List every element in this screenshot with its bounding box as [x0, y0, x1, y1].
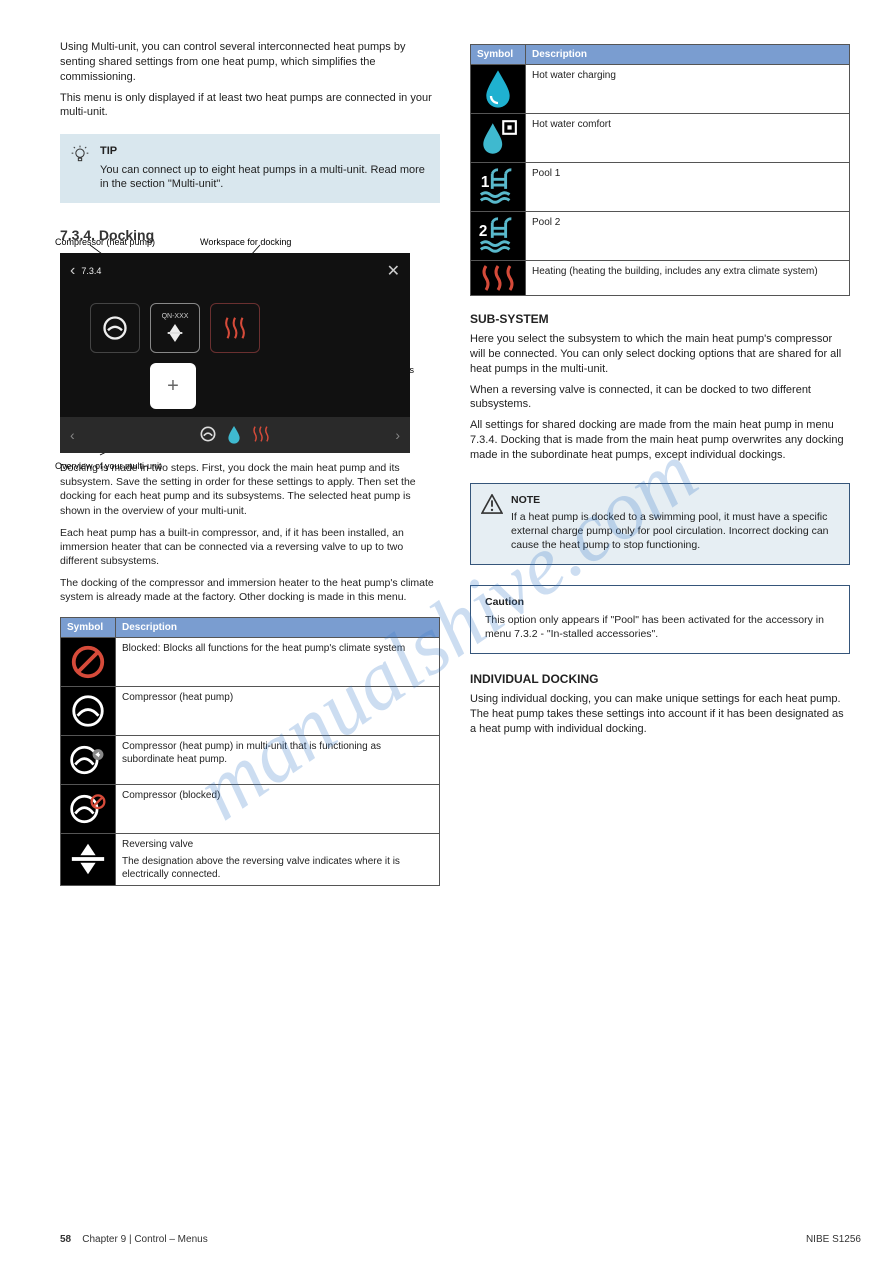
row-desc: Pool 1 — [526, 163, 850, 212]
table-row: Compressor (blocked) — [61, 784, 440, 833]
page-number: 58 — [60, 1234, 71, 1245]
row-desc: Compressor (heat pump) — [116, 686, 440, 735]
page-content: Using Multi-unit, you can control severa… — [0, 0, 893, 926]
row-desc: Hot water charging — [526, 65, 850, 114]
chapter-label: Chapter 9 | Control – Menus — [82, 1234, 207, 1245]
menu-number: 7.3.4 — [81, 266, 101, 276]
pool-2-icon: 2 — [471, 212, 525, 260]
left-column: Using Multi-unit, you can control severa… — [60, 40, 440, 896]
docking-p2: Each heat pump has a built-in compressor… — [60, 526, 440, 569]
page-footer: 58 Chapter 9 | Control – Menus NIBE S125… — [60, 1234, 861, 1245]
docking-p3: The docking of the compressor and immers… — [60, 576, 440, 604]
reversing-valve-tile[interactable]: QN-XXX — [150, 303, 200, 353]
table-row: Blocked: Blocks all functions for the he… — [61, 637, 440, 686]
subsys-p1: Here you select the subsystem to which t… — [470, 332, 850, 377]
tip-text: You can connect up to eight heat pumps i… — [100, 163, 428, 192]
hot-water-comfort-icon — [471, 114, 525, 162]
row-desc: Heating (heating the building, includes … — [526, 261, 850, 296]
close-icon[interactable]: ✕ — [387, 261, 400, 281]
tip-title: TIP — [100, 144, 428, 158]
table-row: Heating (heating the building, includes … — [471, 261, 850, 296]
overview-heat-icon — [250, 424, 272, 447]
subsystem-heading: SUB-SYSTEM — [470, 312, 850, 326]
row-desc: Hot water comfort — [526, 114, 850, 163]
row-desc: Compressor (blocked) — [116, 784, 440, 833]
compressor-tile[interactable] — [90, 303, 140, 353]
menu-screenshot: ‹ 7.3.4 ✕ QN-XXX — [60, 253, 410, 453]
docking-paragraphs: Docking is made in two steps. First, you… — [60, 461, 440, 613]
note-callout: NOTE If a heat pump is docked to a swimm… — [470, 483, 850, 566]
callout-compressor: Compressor (heat pump) — [55, 237, 155, 247]
compressor-icon — [61, 687, 115, 735]
table-header-row: Symbol Description — [61, 617, 440, 637]
svg-text:1: 1 — [481, 174, 490, 191]
table-row: Hot water comfort — [471, 114, 850, 163]
col-description: Description — [526, 45, 850, 65]
back-chevron-icon[interactable]: ‹ — [70, 262, 75, 280]
intro-paragraph-1: Using Multi-unit, you can control severa… — [60, 40, 440, 85]
add-tile[interactable]: + — [150, 363, 196, 409]
reversing-valve-icon — [61, 835, 115, 883]
callout-workspace: Workspace for docking — [200, 237, 291, 247]
col-symbol: Symbol — [61, 617, 116, 637]
table-row: 1 Pool 1 — [471, 163, 850, 212]
table-row: 2 Pool 2 — [471, 212, 850, 261]
intro-paragraph-2: This menu is only displayed if at least … — [60, 91, 440, 121]
table-row: Compressor (heat pump) — [61, 686, 440, 735]
table-row: Reversing valve The designation above th… — [61, 833, 440, 885]
blocked-icon — [61, 638, 115, 686]
screenshot-with-callouts: Workspace for docking Compressor (heat p… — [60, 247, 440, 461]
row-desc: Reversing valve The designation above th… — [116, 833, 440, 885]
subsys-p2: When a reversing valve is connected, it … — [470, 383, 850, 413]
overview-compressor-icon — [198, 424, 218, 447]
heating-tile[interactable] — [210, 303, 260, 353]
col-symbol: Symbol — [471, 45, 526, 65]
product-label: NIBE S1256 — [806, 1234, 861, 1245]
caution-callout: Caution This option only appears if "Poo… — [470, 585, 850, 654]
row-desc: Blocked: Blocks all functions for the he… — [116, 637, 440, 686]
col-description: Description — [116, 617, 440, 637]
svg-text:2: 2 — [479, 223, 488, 240]
prev-arrow-icon[interactable]: ‹ — [70, 427, 75, 443]
table-header-row: Symbol Description — [471, 45, 850, 65]
tip-callout: TIP You can connect up to eight heat pum… — [60, 134, 440, 203]
row-desc: Compressor (heat pump) in multi-unit tha… — [116, 735, 440, 784]
caution-title: Caution — [485, 596, 837, 610]
indiv-p: Using individual docking, you can make u… — [470, 692, 850, 737]
symbol-table-right: Symbol Description Hot water charging Ho… — [470, 44, 850, 296]
warning-triangle-icon — [481, 494, 503, 519]
note-title: NOTE — [511, 494, 837, 508]
heating-icon — [471, 261, 525, 295]
symbol-table-left: Symbol Description Blocked: Blocks all f… — [60, 617, 440, 886]
row-desc: Pool 2 — [526, 212, 850, 261]
caution-text: This option only appears if "Pool" has b… — [485, 614, 837, 641]
individual-docking-heading: INDIVIDUAL DOCKING — [470, 672, 850, 686]
next-arrow-icon[interactable]: › — [395, 427, 400, 443]
compressor-subordinate-icon — [61, 736, 115, 784]
pool-1-icon: 1 — [471, 163, 525, 211]
right-column: Symbol Description Hot water charging Ho… — [470, 40, 850, 896]
table-row: Hot water charging — [471, 65, 850, 114]
note-text: If a heat pump is docked to a swimming p… — [511, 511, 837, 552]
hot-water-icon — [471, 65, 525, 113]
subsys-p3: All settings for shared docking are made… — [470, 418, 850, 463]
table-row: Compressor (heat pump) in multi-unit tha… — [61, 735, 440, 784]
lightbulb-icon — [70, 144, 90, 164]
overview-drop-icon — [226, 424, 242, 447]
compressor-blocked-icon — [61, 785, 115, 833]
callout-overview: Overview of your multi-unit — [55, 461, 162, 471]
